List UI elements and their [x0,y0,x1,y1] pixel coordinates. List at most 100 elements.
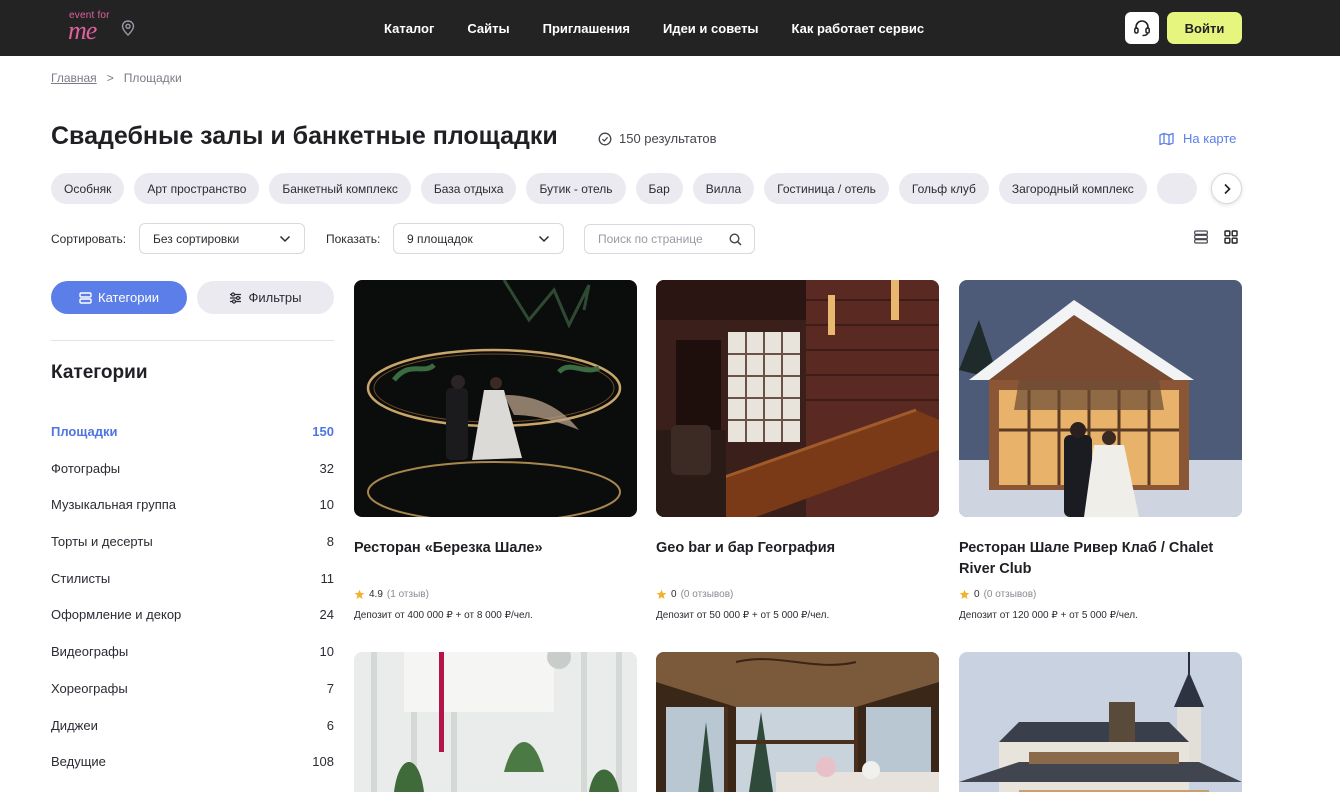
category-count: 150 [312,424,334,439]
search-icon [729,232,742,246]
venue-name[interactable]: Geo bar и бар География [656,538,939,559]
results-count: 150 результатов [598,131,717,146]
top-navbar: event for me Каталог Сайты Приглашения И… [0,0,1340,56]
breadcrumb-separator: > [106,71,114,85]
venue-photo[interactable] [656,652,939,792]
sliders-icon [230,291,242,304]
review-count: (0 отзывов) [983,589,1037,600]
category-label: Оформление и декор [51,607,182,623]
support-button[interactable] [1125,12,1159,44]
category-chips: Особняк Арт пространство Банкетный компл… [51,173,1213,205]
chip-country-complex[interactable]: Загородный комплекс [998,173,1147,204]
category-label: Стилисты [51,570,111,586]
nav-sites[interactable]: Сайты [467,21,509,36]
venue-photo[interactable] [354,652,637,792]
category-label: Музыкальная группа [51,497,177,513]
chip-bar[interactable]: Бар [635,173,683,204]
category-label: Видеографы [51,644,129,660]
category-item-djs[interactable]: Диджеи 6 [51,718,334,755]
star-icon [656,589,667,599]
category-label: Фотографы [51,460,121,476]
category-item-cakes[interactable]: Торты и десерты 8 [51,534,334,571]
category-count: 11 [320,570,335,586]
category-item-choreographers[interactable]: Хореографы 7 [51,681,334,718]
review-count: (0 отзывов) [680,589,734,600]
sort-select[interactable]: Без сортировки [139,223,305,254]
breadcrumb: Главная > Площадки [51,71,182,85]
chip-banquet-complex[interactable]: Банкетный комплекс [269,173,411,204]
main-nav: Каталог Сайты Приглашения Идеи и советы … [384,0,924,56]
venue-photo[interactable] [656,280,939,517]
results-text: 150 результатов [619,131,717,146]
venue-name[interactable]: Ресторан «Березка Шале» [354,538,637,559]
venue-deposit: Депозит от 120 000 ₽ + от 5 000 ₽/чел. [959,610,1138,621]
nav-catalog[interactable]: Каталог [384,21,434,36]
venue-photo[interactable] [959,652,1242,792]
category-item-stylists[interactable]: Стилисты 11 [51,571,334,608]
page-search-input[interactable] [598,232,718,246]
tab-categories[interactable]: Категории [51,281,187,314]
rating-value: 0 [974,589,980,600]
breadcrumb-current: Площадки [123,71,182,85]
category-item-videographers[interactable]: Видеографы 10 [51,644,334,681]
category-item-venues[interactable]: Площадки 150 [51,424,334,461]
venue-card[interactable]: Geo bar и бар География 0 (0 отзывов) Де… [656,280,939,621]
star-icon [354,589,365,599]
category-count: 10 [319,644,334,660]
category-item-decor[interactable]: Оформление и декор 24 [51,607,334,644]
page-title: Свадебные залы и банкетные площадки [51,122,558,150]
venue-photo[interactable] [959,280,1242,517]
category-item-music-bands[interactable]: Музыкальная группа 10 [51,497,334,534]
category-label: Торты и десерты [51,534,153,550]
list-view-icon[interactable] [1194,230,1208,244]
location-pin-icon[interactable] [121,20,135,36]
nav-ideas[interactable]: Идеи и советы [663,21,759,36]
category-label: Площадки [51,424,118,439]
headset-icon [1134,20,1150,37]
category-count: 32 [319,460,334,476]
check-circle-icon [598,132,612,145]
stack-icon [79,291,92,304]
venue-card[interactable]: Ресторан «Березка Шале» 4.9 (1 отзыв) Де… [354,280,637,621]
show-label: Показать: [326,232,381,246]
page-search[interactable] [584,224,755,254]
breadcrumb-home[interactable]: Главная [51,71,97,85]
venue-card[interactable]: Ресторан Шале Ривер Клаб / Chalet River … [959,280,1242,621]
chevron-down-icon [279,235,291,242]
chip-golf-club[interactable]: Гольф клуб [898,173,989,204]
show-value: 9 площадок [407,231,473,246]
tab-filters[interactable]: Фильтры [197,281,334,314]
category-item-hosts[interactable]: Ведущие 108 [51,754,334,791]
chip-recreation-base[interactable]: База отдыха [420,173,517,204]
show-select[interactable]: 9 площадок [393,223,564,254]
category-count: 8 [326,534,334,550]
venue-deposit: Депозит от 50 000 ₽ + от 5 000 ₽/чел. [656,610,830,621]
login-button[interactable]: Войти [1167,12,1242,44]
tab-categories-label: Категории [98,290,159,305]
chip-partial[interactable] [1156,173,1197,204]
chip-mansion[interactable]: Особняк [51,173,125,204]
nav-how-it-works[interactable]: Как работает сервис [792,21,925,36]
chip-villa[interactable]: Вилла [692,173,755,204]
map-link[interactable]: На карте [1159,131,1236,146]
chips-next-button[interactable] [1211,173,1242,204]
star-icon [959,589,970,599]
chevron-down-icon [538,235,550,242]
chip-hotel[interactable]: Гостиница / отель [764,173,889,204]
category-item-photographers[interactable]: Фотографы 32 [51,461,334,498]
category-count: 108 [312,754,334,770]
venue-photo[interactable] [354,280,637,517]
venue-name[interactable]: Ресторан Шале Ривер Клаб / Chalet River … [959,538,1242,580]
tab-filters-label: Фильтры [248,290,302,305]
chip-art-space[interactable]: Арт пространство [134,173,260,204]
sort-value: Без сортировки [153,231,240,246]
chip-boutique-hotel[interactable]: Бутик - отель [526,173,626,204]
category-count: 10 [319,497,334,513]
venue-rating: 0 (0 отзывов) [656,589,733,600]
venue-deposit: Депозит от 400 000 ₽ + от 8 000 ₽/чел. [354,610,533,621]
grid-view-icon[interactable] [1224,230,1238,244]
nav-invitations[interactable]: Приглашения [543,21,630,36]
site-logo[interactable]: event for me [66,10,114,46]
map-icon [1159,132,1174,145]
rating-value: 0 [671,589,677,600]
